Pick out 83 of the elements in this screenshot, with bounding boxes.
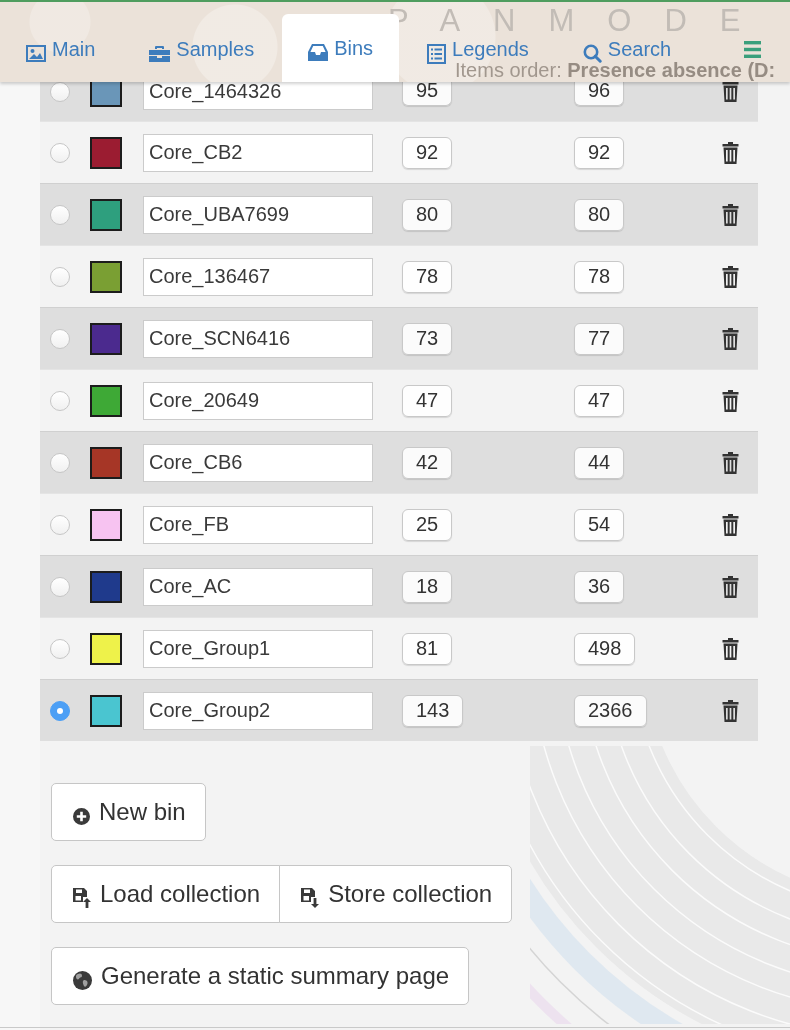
trash-icon[interactable] <box>722 575 739 598</box>
trash-icon[interactable] <box>722 699 739 722</box>
bin-name-field[interactable]: Core_Group2 <box>143 691 373 730</box>
globe-icon <box>73 970 92 990</box>
radio-button[interactable] <box>50 452 70 473</box>
bin-name-field[interactable]: Core_136467 <box>143 257 373 296</box>
count-button[interactable]: 92 <box>402 136 453 169</box>
trash-icon[interactable] <box>722 513 739 536</box>
store-collection-button[interactable]: Store collection <box>279 865 513 923</box>
color-swatch-icon[interactable] <box>90 446 122 479</box>
trash-icon[interactable] <box>722 141 739 164</box>
count-button[interactable]: 80 <box>574 198 625 231</box>
count-button[interactable]: 78 <box>574 260 625 293</box>
bin-name-field[interactable]: Core_1464326 <box>143 82 373 110</box>
tab[interactable]: Samples <box>123 35 281 63</box>
image-icon <box>26 45 46 62</box>
count-button[interactable]: 95 <box>402 82 453 106</box>
trash-icon[interactable] <box>722 265 739 288</box>
bin-name-field[interactable]: Core_CB6 <box>143 443 373 482</box>
radio-button[interactable] <box>50 700 70 721</box>
count-button[interactable]: 78 <box>402 260 453 293</box>
color-swatch-icon[interactable] <box>90 198 122 231</box>
count-button[interactable]: 143 <box>402 694 464 727</box>
count-button[interactable]: 44 <box>574 446 625 479</box>
color-swatch-icon[interactable] <box>90 384 122 417</box>
count-button[interactable]: 81 <box>402 632 453 665</box>
color-swatch-icon[interactable] <box>90 508 122 541</box>
floppy-up-arrow-icon <box>73 888 91 908</box>
color-swatch-icon[interactable] <box>90 82 122 107</box>
radio-button[interactable] <box>50 638 70 659</box>
trash-icon[interactable] <box>722 451 739 474</box>
load-collection-button[interactable]: Load collection <box>51 865 281 923</box>
count-button[interactable]: 42 <box>402 446 453 479</box>
tab[interactable]: Bins <box>282 14 400 82</box>
trash-icon[interactable] <box>722 203 739 226</box>
count-button[interactable]: 36 <box>574 570 625 603</box>
count-button[interactable]: 96 <box>574 82 625 106</box>
count-button[interactable]: 54 <box>574 508 625 541</box>
count-button[interactable]: 18 <box>402 570 453 603</box>
list-icon <box>427 43 447 64</box>
radio-button[interactable] <box>50 266 70 287</box>
color-swatch-icon[interactable] <box>90 694 122 727</box>
radio-button[interactable] <box>50 576 70 597</box>
tab[interactable]: Legends <box>401 35 555 63</box>
radio-button[interactable] <box>50 390 70 411</box>
bin-name-field[interactable]: Core_AC <box>143 567 373 606</box>
search-icon <box>582 44 602 63</box>
bin-name-field[interactable]: Core_Group1 <box>143 629 373 668</box>
color-swatch-icon[interactable] <box>90 632 122 665</box>
color-swatch-icon[interactable] <box>90 136 122 169</box>
trash-icon[interactable] <box>722 327 739 350</box>
count-button[interactable]: 2366 <box>574 694 647 727</box>
count-button[interactable]: 73 <box>402 322 453 355</box>
radio-button[interactable] <box>50 328 70 349</box>
inbox-icon <box>308 44 329 61</box>
bin-name-field[interactable]: Core_20649 <box>143 381 373 420</box>
bin-name-field[interactable]: Core_SCN6416 <box>143 319 373 358</box>
bin-name-field[interactable]: Core_FB <box>143 505 373 544</box>
color-swatch-icon[interactable] <box>90 570 122 603</box>
count-button[interactable]: 498 <box>574 632 636 665</box>
trash-icon[interactable] <box>722 82 739 102</box>
radio-button[interactable] <box>50 142 70 163</box>
count-button[interactable]: 25 <box>402 508 453 541</box>
new-bin-button[interactable]: New bin <box>51 783 206 841</box>
count-button[interactable]: 92 <box>574 136 625 169</box>
count-button[interactable]: 47 <box>574 384 625 417</box>
summary-page-button[interactable]: Generate a static summary page <box>51 947 470 1005</box>
color-swatch-icon[interactable] <box>90 260 122 293</box>
trash-icon[interactable] <box>722 637 739 660</box>
bin-name-field[interactable]: Core_CB2 <box>143 133 373 172</box>
count-button[interactable]: 47 <box>402 384 453 417</box>
radio-button[interactable] <box>50 204 70 225</box>
items-order-label: Items order: Presence absence (D: <box>455 60 776 80</box>
bin-name-field[interactable]: Core_UBA7699 <box>143 195 373 234</box>
count-button[interactable]: 80 <box>402 198 453 231</box>
color-swatch-icon[interactable] <box>90 322 122 355</box>
radio-button[interactable] <box>50 82 70 102</box>
briefcase-icon <box>149 45 171 62</box>
radio-button[interactable] <box>50 514 70 535</box>
menu-icon[interactable] <box>744 40 761 58</box>
trash-icon[interactable] <box>722 389 739 412</box>
count-button[interactable]: 77 <box>574 322 625 355</box>
floppy-down-arrow-icon <box>301 888 320 908</box>
